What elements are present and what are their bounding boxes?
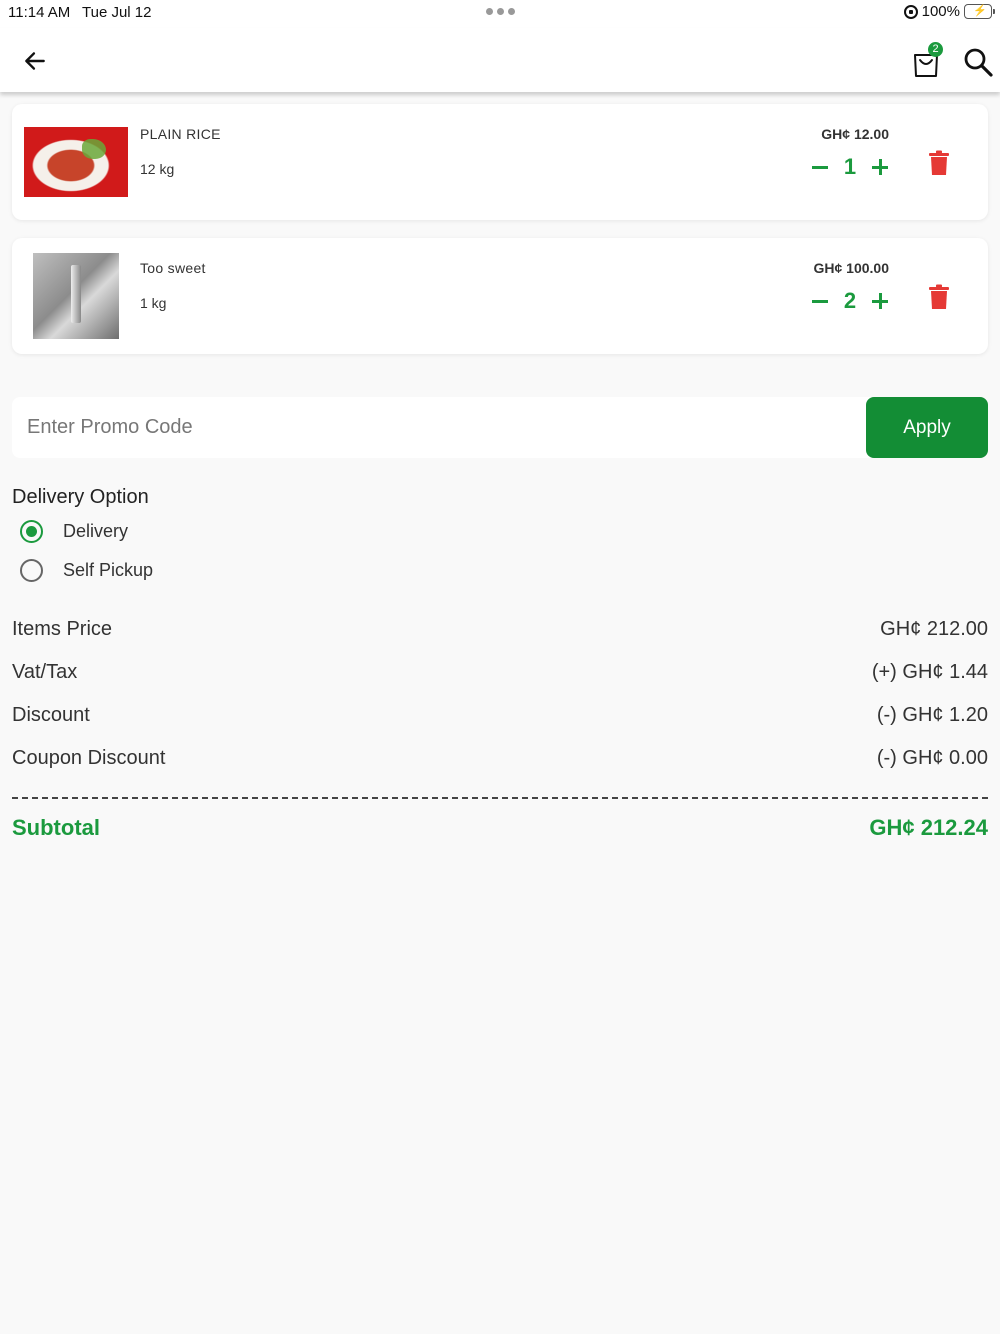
summary-label: Coupon Discount <box>12 747 166 769</box>
search-icon[interactable] <box>962 46 994 78</box>
radio-label: Self Pickup <box>63 560 154 580</box>
delivery-option-title: Delivery Option <box>12 486 149 508</box>
quantity-value: 1 <box>843 154 857 179</box>
apply-promo-button[interactable]: Apply <box>866 397 988 458</box>
cart-item-card: PLAIN RICE 12 kg GH¢ 12.00 1 <box>12 104 988 220</box>
cart-count-badge: 2 <box>928 42 943 57</box>
item-unit: 1 kg <box>140 295 167 311</box>
status-time: 11:14 AM <box>8 4 71 21</box>
item-unit: 12 kg <box>140 161 175 177</box>
subtotal-label: Subtotal <box>12 815 100 840</box>
promo-code-input[interactable] <box>12 397 866 458</box>
increase-quantity-button[interactable] <box>871 292 889 310</box>
cart-item-card: Too sweet 1 kg GH¢ 100.00 2 <box>12 238 988 354</box>
summary-value: (-) GH¢ 0.00 <box>876 747 988 769</box>
self-pickup-radio-option[interactable]: Self Pickup <box>20 559 153 582</box>
summary-value: GH¢ 212.00 <box>880 618 988 640</box>
trash-icon[interactable] <box>928 284 950 310</box>
product-image[interactable] <box>24 127 128 197</box>
summary-value: (-) GH¢ 1.20 <box>876 704 988 726</box>
subtotal-row: Subtotal GH¢ 212.24 <box>12 815 988 841</box>
quantity-stepper: 1 <box>811 154 889 180</box>
status-date: Tue Jul 12 <box>82 4 152 21</box>
summary-value: (+) GH¢ 1.44 <box>871 661 988 683</box>
item-name: Too sweet <box>140 260 206 276</box>
subtotal-value: GH¢ 212.24 <box>869 815 988 840</box>
battery-percent: 100% <box>921 3 960 20</box>
discount-row: Discount (-) GH¢ 1.20 <box>12 704 988 727</box>
promo-code-bar: Apply <box>12 397 988 458</box>
item-price: GH¢ 12.00 <box>821 126 889 142</box>
summary-label: Items Price <box>12 618 113 640</box>
status-indicators: 100% ⚡ <box>903 3 995 20</box>
arrow-left-icon[interactable] <box>22 48 48 74</box>
summary-label: Discount <box>12 704 90 726</box>
product-image[interactable] <box>33 253 119 339</box>
dashed-divider <box>12 797 988 799</box>
status-bar: 11:14 AM Tue Jul 12 100% ⚡ <box>0 0 1000 28</box>
delivery-radio-option[interactable]: Delivery <box>20 520 128 543</box>
vat-tax-row: Vat/Tax (+) GH¢ 1.44 <box>12 661 988 684</box>
summary-label: Vat/Tax <box>12 661 78 683</box>
battery-icon: ⚡ <box>964 4 995 19</box>
item-name: PLAIN RICE <box>140 126 221 142</box>
quantity-value: 2 <box>843 288 857 313</box>
radio-label: Delivery <box>63 521 129 541</box>
rotation-lock-icon <box>903 4 918 19</box>
items-price-row: Items Price GH¢ 212.00 <box>12 618 988 641</box>
increase-quantity-button[interactable] <box>871 158 889 176</box>
decrease-quantity-button[interactable] <box>811 292 829 310</box>
app-bar: 2 <box>0 28 1000 92</box>
trash-icon[interactable] <box>928 150 950 176</box>
radio-unselected-icon[interactable] <box>20 559 43 582</box>
coupon-discount-row: Coupon Discount (-) GH¢ 0.00 <box>12 747 988 770</box>
quantity-stepper: 2 <box>811 288 889 314</box>
radio-selected-icon[interactable] <box>20 520 43 543</box>
decrease-quantity-button[interactable] <box>811 158 829 176</box>
item-price: GH¢ 100.00 <box>813 260 890 276</box>
multitasking-dots-icon[interactable] <box>486 8 515 15</box>
